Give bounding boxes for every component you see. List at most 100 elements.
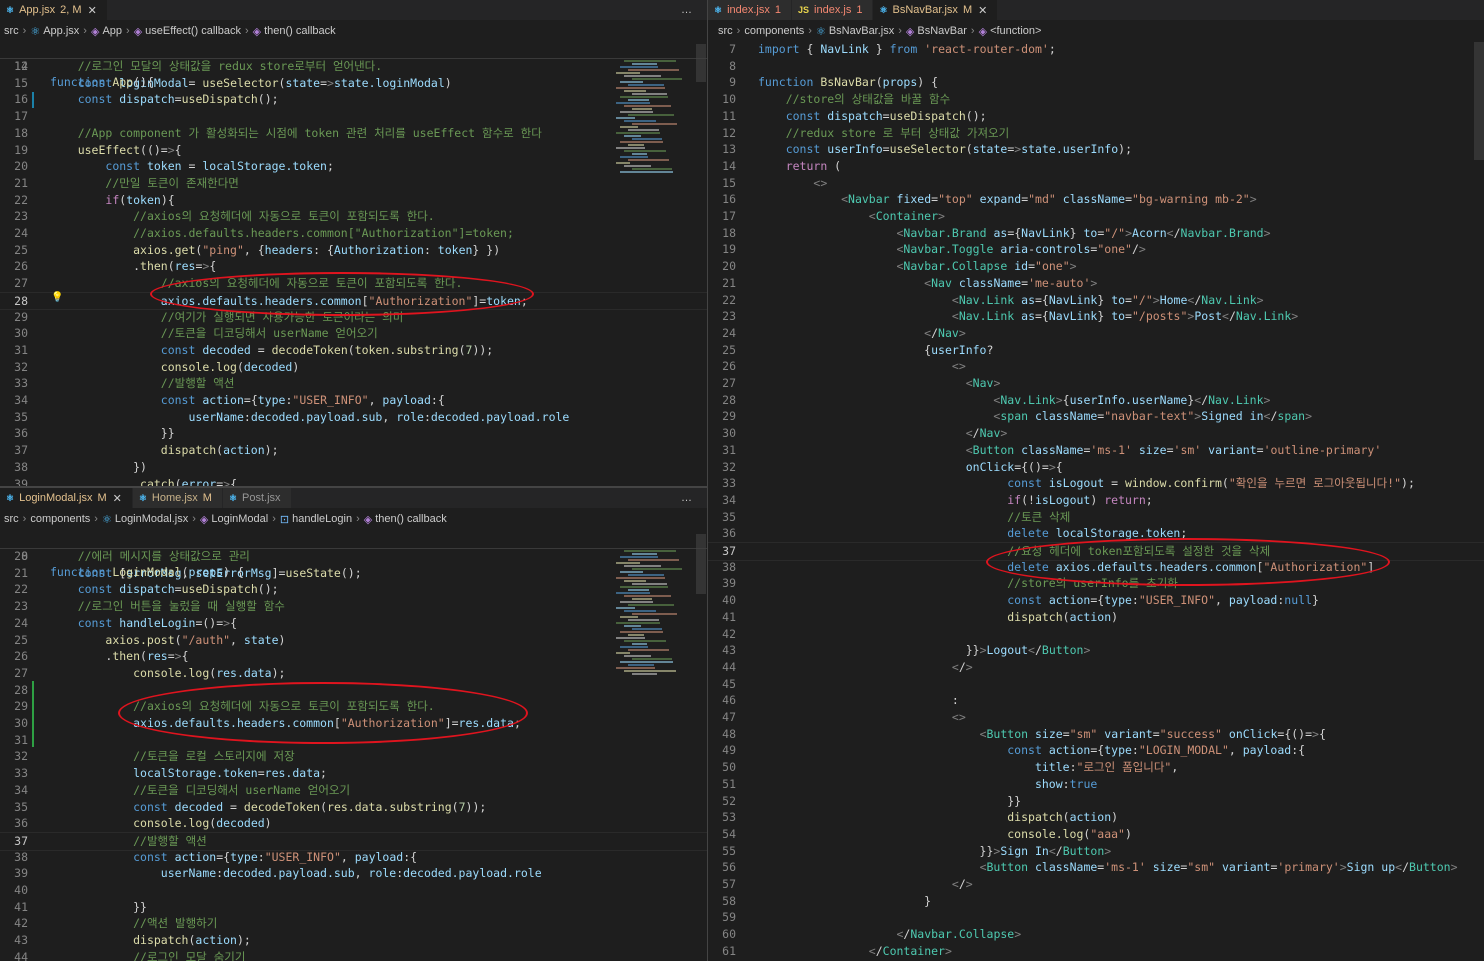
code-line[interactable]: 31 xyxy=(0,732,707,749)
code-line[interactable]: 30 //토큰을 디코딩해서 userName 얻어오기 xyxy=(0,325,707,342)
lightbulb-icon[interactable]: 💡 xyxy=(51,292,63,303)
code-line[interactable]: 14 return ( xyxy=(708,158,1484,175)
code-line[interactable]: 38 delete axios.defaults.headers.common[… xyxy=(708,559,1484,576)
tab-post-jsx[interactable]: ⚛ Post.jsx xyxy=(222,488,292,508)
code-line[interactable]: 55 }}>Sign In</Button> xyxy=(708,843,1484,860)
code-line[interactable]: 41 }} xyxy=(0,899,707,916)
breadcrumb-item[interactable]: src xyxy=(718,25,733,37)
code-line[interactable]: 47 <> xyxy=(708,709,1484,726)
code-line[interactable]: 35 //토큰 삭제 xyxy=(708,509,1484,526)
code-line[interactable]: 40 const action={type:"USER_INFO", paylo… xyxy=(708,592,1484,609)
code-line[interactable]: 23 //로그인 버튼을 눌렀을 때 실행할 함수 xyxy=(0,598,707,615)
code-line[interactable]: 27 //axios의 요청헤더에 자동으로 토큰이 포함되도록 한다. xyxy=(0,275,707,292)
code-line[interactable]: 43 }}>Logout</Button> xyxy=(708,642,1484,659)
editor-group-divider[interactable] xyxy=(707,0,708,961)
code-line[interactable]: 23 <Nav.Link as={NavLink} to="/posts">Po… xyxy=(708,308,1484,325)
editor-group-divider[interactable] xyxy=(0,486,707,488)
code-line[interactable]: 53 dispatch(action) xyxy=(708,809,1484,826)
code-line[interactable]: 58 } xyxy=(708,893,1484,910)
code-line[interactable]: 35 const decoded = decodeToken(res.data.… xyxy=(0,799,707,816)
code-line[interactable]: 29 //axios의 요청헤더에 자동으로 토큰이 포함되도록 한다. xyxy=(0,698,707,715)
code-line[interactable]: 50 title:"로그인 폼입니다", xyxy=(708,759,1484,776)
code-line[interactable]: 32 console.log(decoded) xyxy=(0,359,707,376)
code-line[interactable]: 45 xyxy=(708,676,1484,693)
vertical-scrollbar[interactable] xyxy=(696,44,706,82)
close-icon[interactable]: ✕ xyxy=(88,4,97,17)
code-line[interactable]: 42 //액션 발행하기 xyxy=(0,915,707,932)
breadcrumb-item[interactable]: then() callback xyxy=(264,25,336,37)
code-line[interactable]: 7 import { NavLink } from 'react-router-d… xyxy=(708,41,1484,58)
code-line[interactable]: 21 <Nav className='me-auto'> xyxy=(708,275,1484,292)
code-line[interactable]: 19 useEffect(()=>{ xyxy=(0,142,707,159)
code-line[interactable]: 29 <span className="navbar-text">Signed … xyxy=(708,408,1484,425)
code-line[interactable]: 33 const isLogout = window.confirm("확인을 … xyxy=(708,475,1484,492)
code-line[interactable]: 12 //redux store 로 부터 상태값 가져오기 xyxy=(708,125,1484,142)
code-line[interactable]: 21 //만일 토큰이 존재한다면 xyxy=(0,175,707,192)
code-line[interactable]: 49 const action={type:"LOGIN_MODAL", pay… xyxy=(708,742,1484,759)
more-actions-icon[interactable]: … xyxy=(667,0,707,20)
code-line[interactable]: 54 console.log("aaa") xyxy=(708,826,1484,843)
code-line[interactable]: 42 xyxy=(708,626,1484,643)
code-line[interactable]: 20 //에러 메시지를 상태값으로 관리 xyxy=(0,548,707,565)
code-line[interactable]: 37 dispatch(action); xyxy=(0,442,707,459)
tab-index-js[interactable]: JS index.js 1 xyxy=(792,0,874,20)
code-line[interactable]: 20 const token = localStorage.token; xyxy=(0,158,707,175)
code-area[interactable]: 7 import { NavLink } from 'react-router-d… xyxy=(708,41,1484,961)
close-icon[interactable]: ✕ xyxy=(113,492,122,505)
more-actions-icon[interactable]: … xyxy=(667,488,707,508)
code-line[interactable]: 16 <Navbar fixed="top" expand="md" class… xyxy=(708,191,1484,208)
code-line[interactable]: 28 xyxy=(0,682,707,699)
code-line[interactable]: 24 const handleLogin=()=>{ xyxy=(0,615,707,632)
code-line[interactable]: 56 <Button className='ms-1' size="sm" va… xyxy=(708,859,1484,876)
breadcrumb-item[interactable]: App xyxy=(102,25,122,37)
code-line[interactable]: 51 show:true xyxy=(708,776,1484,793)
code-line[interactable]: 22 const dispatch=useDispatch(); xyxy=(0,581,707,598)
breadcrumb-item[interactable]: App.jsx xyxy=(43,25,79,37)
vertical-scrollbar[interactable] xyxy=(1474,42,1484,160)
code-line[interactable]: 44 </> xyxy=(708,659,1484,676)
minimap[interactable] xyxy=(612,532,692,682)
code-line[interactable]: 60 </Navbar.Collapse> xyxy=(708,926,1484,943)
code-line[interactable]: 32 onClick={()=>{ xyxy=(708,459,1484,476)
tab-bsnavbar-jsx[interactable]: ⚛ BsNavBar.jsx M ✕ xyxy=(873,0,999,20)
code-line[interactable]: 31 <Button className='ms-1' size='sm' va… xyxy=(708,442,1484,459)
code-line[interactable]: 24 //axios.defaults.headers.common["Auth… xyxy=(0,225,707,242)
breadcrumb-item[interactable]: BsNavBar.jsx xyxy=(829,25,894,37)
tab-index-jsx[interactable]: ⚛ index.jsx 1 xyxy=(708,0,792,20)
code-line[interactable]: 9 function BsNavBar(props) { xyxy=(708,74,1484,91)
code-line[interactable]: 30 </Nav> xyxy=(708,425,1484,442)
code-line[interactable]: 26 .then(res=>{ xyxy=(0,258,707,275)
code-line[interactable]: 31 const decoded = decodeToken(token.sub… xyxy=(0,342,707,359)
code-line[interactable]: 14 //로그인 모달의 상태값을 redux store로부터 얻어낸다. xyxy=(0,58,707,75)
sticky-scroll-line[interactable]: 8 function LoginModal(props) { xyxy=(0,531,707,579)
code-line[interactable]: 44 //로그인 모달 숨기기 xyxy=(0,949,707,961)
code-line[interactable]: 57 </> xyxy=(708,876,1484,893)
breadcrumb-item[interactable]: then() callback xyxy=(375,513,447,525)
code-line[interactable]: 27 <Nav> xyxy=(708,375,1484,392)
breadcrumb-item[interactable]: <function> xyxy=(990,25,1041,37)
code-line[interactable]: 13 const userInfo=useSelector(state=>sta… xyxy=(708,141,1484,158)
code-line[interactable]: 30 axios.defaults.headers.common["Author… xyxy=(0,715,707,732)
breadcrumb-item[interactable]: handleLogin xyxy=(292,513,352,525)
code-line[interactable]: 25 axios.post("/auth", state) xyxy=(0,632,707,649)
code-line[interactable]: 10 //store의 상태값을 바꿀 함수 xyxy=(708,91,1484,108)
code-line[interactable]: 40 xyxy=(0,882,707,899)
tab-loginmodal-jsx[interactable]: ⚛ LoginModal.jsx M ✕ xyxy=(0,488,133,508)
code-line[interactable]: 22 if(token){ xyxy=(0,192,707,209)
tab-home-jsx[interactable]: ⚛ Home.jsx M xyxy=(132,488,223,508)
code-line[interactable]: 15 <> xyxy=(708,175,1484,192)
code-line[interactable]: 43 dispatch(action); xyxy=(0,932,707,949)
code-line[interactable]: 29 //여기가 실행되면 사용가능한 토큰이라는 의미 xyxy=(0,309,707,326)
code-line[interactable]: 61 </Container> xyxy=(708,943,1484,960)
code-line[interactable]: 38 }) xyxy=(0,459,707,476)
sticky-scroll-line[interactable]: 12 function App(){ xyxy=(0,41,707,89)
breadcrumb-item[interactable]: BsNavBar xyxy=(917,25,967,37)
code-line[interactable]: 16 const dispatch=useDispatch(); xyxy=(0,91,707,108)
code-line[interactable]: 36 delete localStorage.token; xyxy=(708,525,1484,542)
code-line[interactable]: 39 userName:decoded.payload.sub, role:de… xyxy=(0,865,707,882)
code-line[interactable]: 41 dispatch(action) xyxy=(708,609,1484,626)
code-line[interactable]: 59 xyxy=(708,909,1484,926)
breadcrumb-item[interactable]: components xyxy=(744,25,804,37)
minimap[interactable] xyxy=(612,42,692,177)
code-line[interactable]: 32 //토큰을 로컬 스토리지에 저장 xyxy=(0,748,707,765)
